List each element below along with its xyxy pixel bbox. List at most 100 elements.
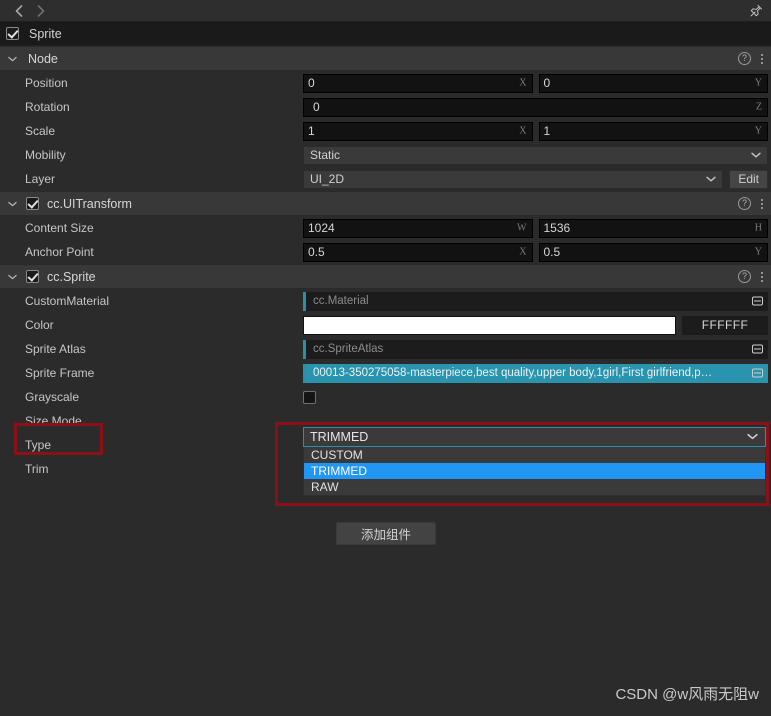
property-row-scale: Scale 1 X 1 Y <box>0 119 771 143</box>
property-label: Grayscale <box>25 390 80 404</box>
help-icon[interactable]: ? <box>738 197 751 210</box>
inspector-panel: Sprite Node ? Position 0 X 0 Y Rotation <box>0 0 771 716</box>
help-icon[interactable]: ? <box>738 52 751 65</box>
back-chevron-left-icon[interactable] <box>8 2 30 20</box>
property-label: Rotation <box>25 100 70 114</box>
axis-label: Y <box>754 125 762 137</box>
node-enabled-checkbox[interactable] <box>6 27 19 40</box>
section-icons: ? <box>738 192 763 215</box>
uitransform-enabled-checkbox[interactable] <box>26 197 39 210</box>
axis-label: Y <box>754 246 762 258</box>
size-mode-selected-value[interactable]: TRIMMED <box>303 427 766 447</box>
value: 1 <box>543 124 551 138</box>
custom-material-asset-field[interactable]: cc.Material <box>303 291 768 311</box>
size-mode-option-raw[interactable]: RAW <box>304 479 765 495</box>
chevron-down-icon <box>751 150 761 160</box>
position-y-input[interactable]: 0 Y <box>538 73 768 93</box>
property-row-sprite-frame: Sprite Frame 00013-350275058-masterpiece… <box>0 361 771 385</box>
database-icon[interactable] <box>752 368 763 378</box>
axis-label: X <box>519 125 527 137</box>
property-row-custom-material: CustomMaterial cc.Material <box>0 289 771 313</box>
property-row-color: Color FFFFFF <box>0 313 771 337</box>
sprite-enabled-checkbox[interactable] <box>26 270 39 283</box>
chevron-down-icon[interactable] <box>8 201 20 207</box>
axis-label: X <box>519 77 527 89</box>
property-label: Sprite Atlas <box>25 342 86 356</box>
node-name-label: Sprite <box>29 26 62 41</box>
value: 1024 <box>308 221 335 235</box>
value: 0 <box>543 76 551 90</box>
mobility-select[interactable]: Static <box>303 145 768 165</box>
asset-value: cc.Material <box>313 295 369 307</box>
sprite-frame-asset-field[interactable]: 00013-350275058-masterpiece,best quality… <box>303 363 768 383</box>
scale-y-input[interactable]: 1 Y <box>538 121 768 141</box>
sprite-atlas-asset-field[interactable]: cc.SpriteAtlas <box>303 339 768 359</box>
pin-icon[interactable] <box>749 4 763 18</box>
section-icons: ? <box>738 47 763 70</box>
anchor-point-x-input[interactable]: 0.5 X <box>303 242 533 262</box>
property-row-position: Position 0 X 0 Y <box>0 71 771 95</box>
chevron-down-icon[interactable] <box>8 274 20 280</box>
value: 0.5 <box>308 245 325 259</box>
chevron-down-icon <box>706 174 717 184</box>
axis-label: H <box>754 222 762 234</box>
property-row-sprite-atlas: Sprite Atlas cc.SpriteAtlas <box>0 337 771 361</box>
asset-value: 00013-350275058-masterpiece,best quality… <box>313 367 713 379</box>
section-icons: ? <box>738 265 763 288</box>
section-title: cc.Sprite <box>47 269 96 284</box>
content-size-height-input[interactable]: 1536 H <box>538 218 768 238</box>
asset-value: cc.SpriteAtlas <box>313 343 384 355</box>
axis-label: Z <box>755 101 762 113</box>
value: 0.5 <box>543 245 561 259</box>
help-icon[interactable]: ? <box>738 270 751 283</box>
color-hex-input[interactable]: FFFFFF <box>682 315 768 335</box>
size-mode-dropdown[interactable]: TRIMMED CUSTOM TRIMMED RAW <box>303 427 766 496</box>
position-x-input[interactable]: 0 X <box>303 73 533 93</box>
selected-label: TRIMMED <box>310 430 369 444</box>
database-icon[interactable] <box>752 344 763 354</box>
axis-label: Y <box>754 77 762 89</box>
value: 1 <box>308 124 315 138</box>
grayscale-checkbox[interactable] <box>303 390 316 404</box>
layer-select[interactable]: UI_2D <box>303 169 724 189</box>
navigation-bar <box>0 0 771 22</box>
node-name-row: Sprite <box>0 22 771 46</box>
color-swatch[interactable] <box>303 315 676 335</box>
chevron-down-icon[interactable] <box>8 56 20 62</box>
property-row-layer: Layer UI_2D Edit <box>0 167 771 191</box>
kebab-menu-icon[interactable] <box>761 198 763 209</box>
chevron-down-icon <box>747 432 758 442</box>
property-label: Trim <box>25 462 49 476</box>
layer-edit-button[interactable]: Edit <box>729 169 768 189</box>
property-label: Scale <box>25 124 56 138</box>
section-header-uitransform[interactable]: cc.UITransform ? <box>0 191 771 216</box>
property-label: Anchor Point <box>25 245 94 259</box>
rotation-z-input[interactable]: 0 Z <box>303 97 768 117</box>
section-header-node[interactable]: Node ? <box>0 46 771 71</box>
property-label: CustomMaterial <box>25 294 110 308</box>
section-header-sprite[interactable]: cc.Sprite ? <box>0 264 771 289</box>
axis-label: X <box>519 246 527 258</box>
section-title: Node <box>28 51 58 66</box>
value: 1536 <box>543 221 571 235</box>
content-size-width-input[interactable]: 1024 W <box>303 218 533 238</box>
kebab-menu-icon[interactable] <box>761 271 763 282</box>
forward-chevron-right-icon[interactable] <box>30 2 52 20</box>
watermark-label: CSDN @w风雨无阻w <box>615 686 759 703</box>
kebab-menu-icon[interactable] <box>761 53 763 64</box>
property-row-anchor-point: Anchor Point 0.5 X 0.5 Y <box>0 240 771 264</box>
size-mode-option-list: CUSTOM TRIMMED RAW <box>303 447 766 496</box>
property-label: Layer <box>25 172 56 186</box>
anchor-point-y-input[interactable]: 0.5 Y <box>538 242 768 262</box>
scale-x-input[interactable]: 1 X <box>303 121 533 141</box>
add-component-button[interactable]: 添加组件 <box>336 522 436 545</box>
size-mode-option-custom[interactable]: CUSTOM <box>304 447 765 463</box>
property-row-grayscale: Grayscale <box>0 385 771 409</box>
property-label: Sprite Frame <box>25 366 95 380</box>
database-icon[interactable] <box>752 296 763 306</box>
size-mode-option-trimmed[interactable]: TRIMMED <box>304 463 765 479</box>
property-row-rotation: Rotation 0 Z <box>0 95 771 119</box>
value: 0 <box>308 76 315 90</box>
property-label: Position <box>25 76 68 90</box>
property-row-content-size: Content Size 1024 W 1536 H <box>0 216 771 240</box>
